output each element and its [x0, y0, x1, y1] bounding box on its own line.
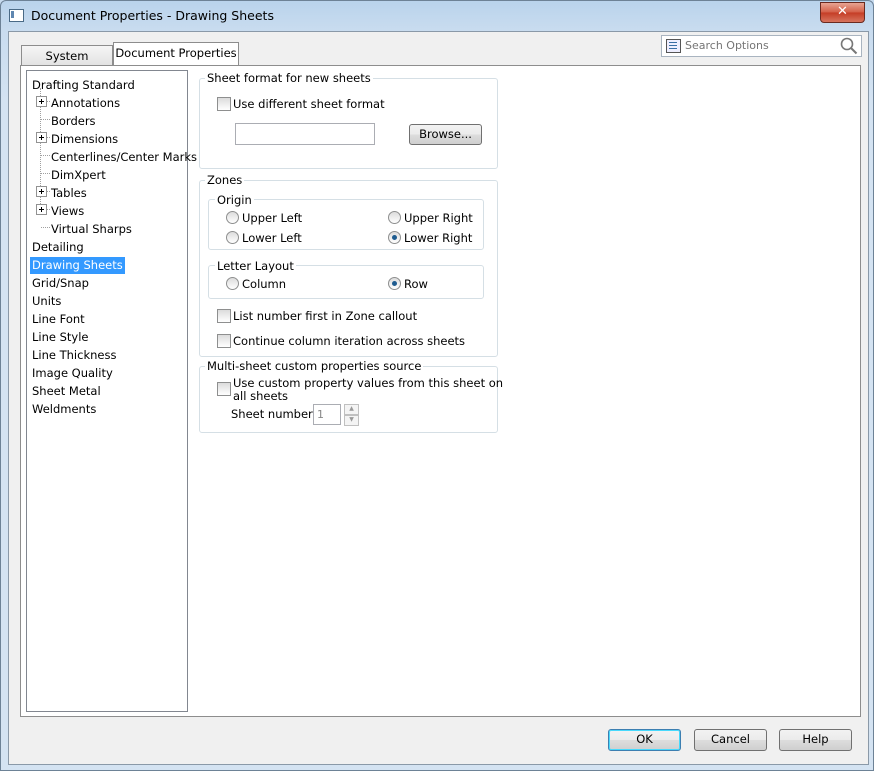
continue-column-label: Continue column iteration across sheets — [233, 334, 466, 348]
use-custom-property-label: Use custom property values from this she… — [233, 377, 503, 403]
radio-row[interactable] — [388, 277, 401, 290]
expand-tables-icon[interactable] — [36, 186, 47, 197]
search-box[interactable] — [661, 35, 862, 57]
use-custom-property-label-line2: all sheets — [233, 389, 289, 403]
tab-system-options[interactable]: System Options — [21, 45, 113, 83]
row-label: Row — [404, 277, 428, 291]
column-label: Column — [242, 277, 287, 291]
zones-title: Zones — [205, 173, 245, 187]
tree-item-annotations[interactable]: Annotations — [51, 95, 120, 112]
radio-column[interactable] — [226, 277, 239, 290]
tree-item-tables[interactable]: Tables — [51, 185, 87, 202]
tree-item-detailing[interactable]: Detailing — [32, 239, 84, 256]
lower-right-label: Lower Right — [404, 231, 473, 245]
tree-item-weldments[interactable]: Weldments — [32, 401, 96, 418]
tree-item-sheet-metal[interactable]: Sheet Metal — [32, 383, 101, 400]
expand-annotations-icon[interactable] — [36, 96, 47, 107]
window-title: Document Properties - Drawing Sheets — [31, 8, 274, 23]
browse-button[interactable]: Browse... — [409, 124, 482, 145]
tree-item-virtual-sharps[interactable]: Virtual Sharps — [51, 221, 132, 238]
list-number-first-label: List number first in Zone callout — [233, 309, 418, 323]
use-custom-property-checkbox[interactable] — [217, 382, 231, 396]
expand-views-icon[interactable] — [36, 204, 47, 215]
close-button[interactable]: ✕ — [820, 2, 865, 23]
ok-button[interactable]: OK — [608, 729, 681, 751]
use-different-sheet-format-checkbox[interactable] — [217, 97, 231, 111]
tree-item-views[interactable]: Views — [51, 203, 84, 220]
multi-sheet-title: Multi-sheet custom properties source — [205, 359, 424, 373]
radio-lower-right[interactable] — [388, 231, 401, 244]
sheet-number-label: Sheet number: — [231, 407, 317, 421]
expand-dimensions-icon[interactable] — [36, 132, 47, 143]
search-options-icon — [666, 39, 681, 53]
letter-layout-title: Letter Layout — [215, 259, 296, 273]
cancel-button[interactable]: Cancel — [694, 729, 767, 751]
radio-upper-left[interactable] — [226, 211, 239, 224]
sheet-format-title: Sheet format for new sheets — [205, 71, 373, 85]
options-tree: Drafting Standard Annotations Borders Di… — [26, 70, 197, 712]
search-input[interactable] — [685, 36, 835, 54]
tree-item-drafting-standard[interactable]: Drafting Standard — [32, 77, 135, 94]
title-bar: Document Properties - Drawing Sheets ✕ — [1, 1, 873, 31]
list-number-first-checkbox[interactable] — [217, 309, 231, 323]
sheet-number-down-icon[interactable]: ▼ — [344, 415, 359, 426]
use-different-sheet-format-label: Use different sheet format — [233, 97, 385, 111]
continue-column-checkbox[interactable] — [217, 334, 231, 348]
sheet-number-up-icon[interactable]: ▲ — [344, 404, 359, 415]
tab-document-properties[interactable]: Document Properties — [113, 42, 239, 65]
tree-item-units[interactable]: Units — [32, 293, 61, 310]
upper-right-label: Upper Right — [404, 211, 473, 225]
tree-item-image-quality[interactable]: Image Quality — [32, 365, 113, 382]
window-icon — [9, 9, 24, 22]
tree-item-dimxpert[interactable]: DimXpert — [51, 167, 106, 184]
sheet-format-path-field[interactable] — [235, 123, 375, 145]
tree-item-dimensions[interactable]: Dimensions — [51, 131, 118, 148]
tree-item-drawing-sheets[interactable]: Drawing Sheets — [30, 257, 125, 274]
tree-item-centerlines[interactable]: Centerlines/Center Marks — [51, 149, 197, 166]
radio-lower-left[interactable] — [226, 231, 239, 244]
tree-item-grid-snap[interactable]: Grid/Snap — [32, 275, 89, 292]
tree-item-borders[interactable]: Borders — [51, 113, 96, 130]
tab-panel: Drafting Standard Annotations Borders Di… — [20, 65, 861, 717]
dialog-window: Document Properties - Drawing Sheets ✕ S… — [0, 0, 874, 771]
dialog-client: System Options Document Properties — [8, 31, 869, 765]
tree-item-line-style[interactable]: Line Style — [32, 329, 89, 346]
radio-upper-right[interactable] — [388, 211, 401, 224]
help-button[interactable]: Help — [779, 729, 852, 751]
upper-left-label: Upper Left — [242, 211, 303, 225]
lower-left-label: Lower Left — [242, 231, 302, 245]
tree-item-line-font[interactable]: Line Font — [32, 311, 85, 328]
sheet-number-field[interactable] — [313, 404, 341, 425]
origin-title: Origin — [215, 193, 254, 207]
magnifier-icon[interactable] — [840, 37, 858, 55]
tree-item-line-thickness[interactable]: Line Thickness — [32, 347, 116, 364]
